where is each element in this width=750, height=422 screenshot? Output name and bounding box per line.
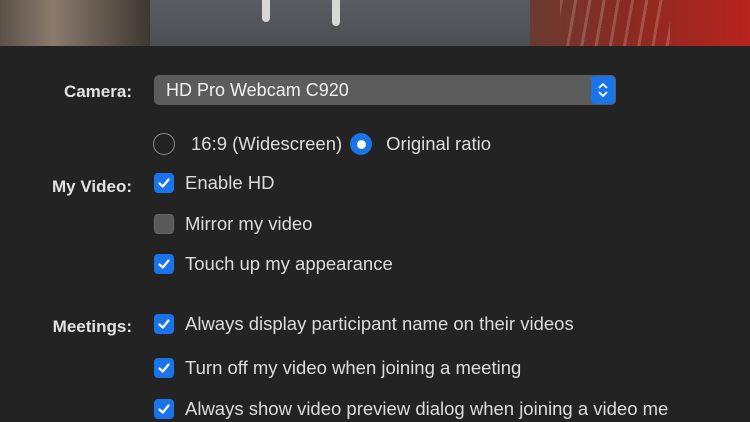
meetings-label: Meetings:	[52, 317, 132, 336]
checkbox-touch-up-label[interactable]: Touch up my appearance	[185, 253, 393, 275]
checkmark-icon	[158, 363, 170, 373]
radio-widescreen-label[interactable]: 16:9 (Widescreen)	[191, 133, 342, 155]
aspect-ratio-group: 16:9 (Widescreen) Original ratio	[153, 131, 491, 157]
chevron-up-down-icon[interactable]	[591, 76, 615, 104]
video-preview	[0, 0, 750, 46]
hoodie-string-right	[332, 0, 340, 26]
preview-background-fence	[560, 0, 670, 46]
checkbox-enable-hd-label[interactable]: Enable HD	[185, 172, 274, 194]
radio-original-ratio-label[interactable]: Original ratio	[386, 133, 491, 155]
camera-select[interactable]: HD Pro Webcam C920	[154, 75, 616, 105]
checkbox-display-names[interactable]	[154, 314, 174, 334]
checkbox-video-preview-row[interactable]: Always show video preview dialog when jo…	[154, 396, 668, 422]
checkbox-turn-off-video-row[interactable]: Turn off my video when joining a meeting	[154, 355, 521, 381]
checkmark-icon	[158, 404, 170, 414]
hoodie-string-left	[262, 0, 270, 22]
checkmark-icon	[158, 178, 170, 188]
checkbox-video-preview-label[interactable]: Always show video preview dialog when jo…	[185, 398, 668, 420]
checkbox-enable-hd-row[interactable]: Enable HD	[154, 170, 274, 196]
checkmark-icon	[158, 259, 170, 269]
checkbox-touch-up-row[interactable]: Touch up my appearance	[154, 251, 393, 277]
my-video-label: My Video:	[52, 177, 132, 196]
checkbox-display-names-row[interactable]: Always display participant name on their…	[154, 311, 574, 337]
checkbox-display-names-label[interactable]: Always display participant name on their…	[185, 313, 574, 335]
checkbox-turn-off-video-label[interactable]: Turn off my video when joining a meeting	[185, 357, 521, 379]
radio-selected-dot	[356, 139, 366, 149]
checkbox-mirror-video[interactable]	[154, 214, 174, 234]
radio-original-ratio[interactable]	[350, 133, 373, 155]
camera-select-value: HD Pro Webcam C920	[166, 80, 349, 100]
checkbox-video-preview[interactable]	[154, 399, 174, 419]
checkbox-turn-off-video[interactable]	[154, 358, 174, 378]
radio-widescreen[interactable]	[153, 133, 175, 155]
checkmark-icon	[158, 319, 170, 329]
checkbox-enable-hd[interactable]	[154, 173, 174, 193]
checkbox-touch-up[interactable]	[154, 254, 174, 274]
camera-label: Camera:	[63, 82, 132, 101]
checkbox-mirror-video-row[interactable]: Mirror my video	[154, 211, 312, 237]
preview-background-left	[0, 0, 150, 46]
preview-person-hoodie	[150, 0, 530, 46]
checkbox-mirror-video-label[interactable]: Mirror my video	[185, 213, 312, 235]
